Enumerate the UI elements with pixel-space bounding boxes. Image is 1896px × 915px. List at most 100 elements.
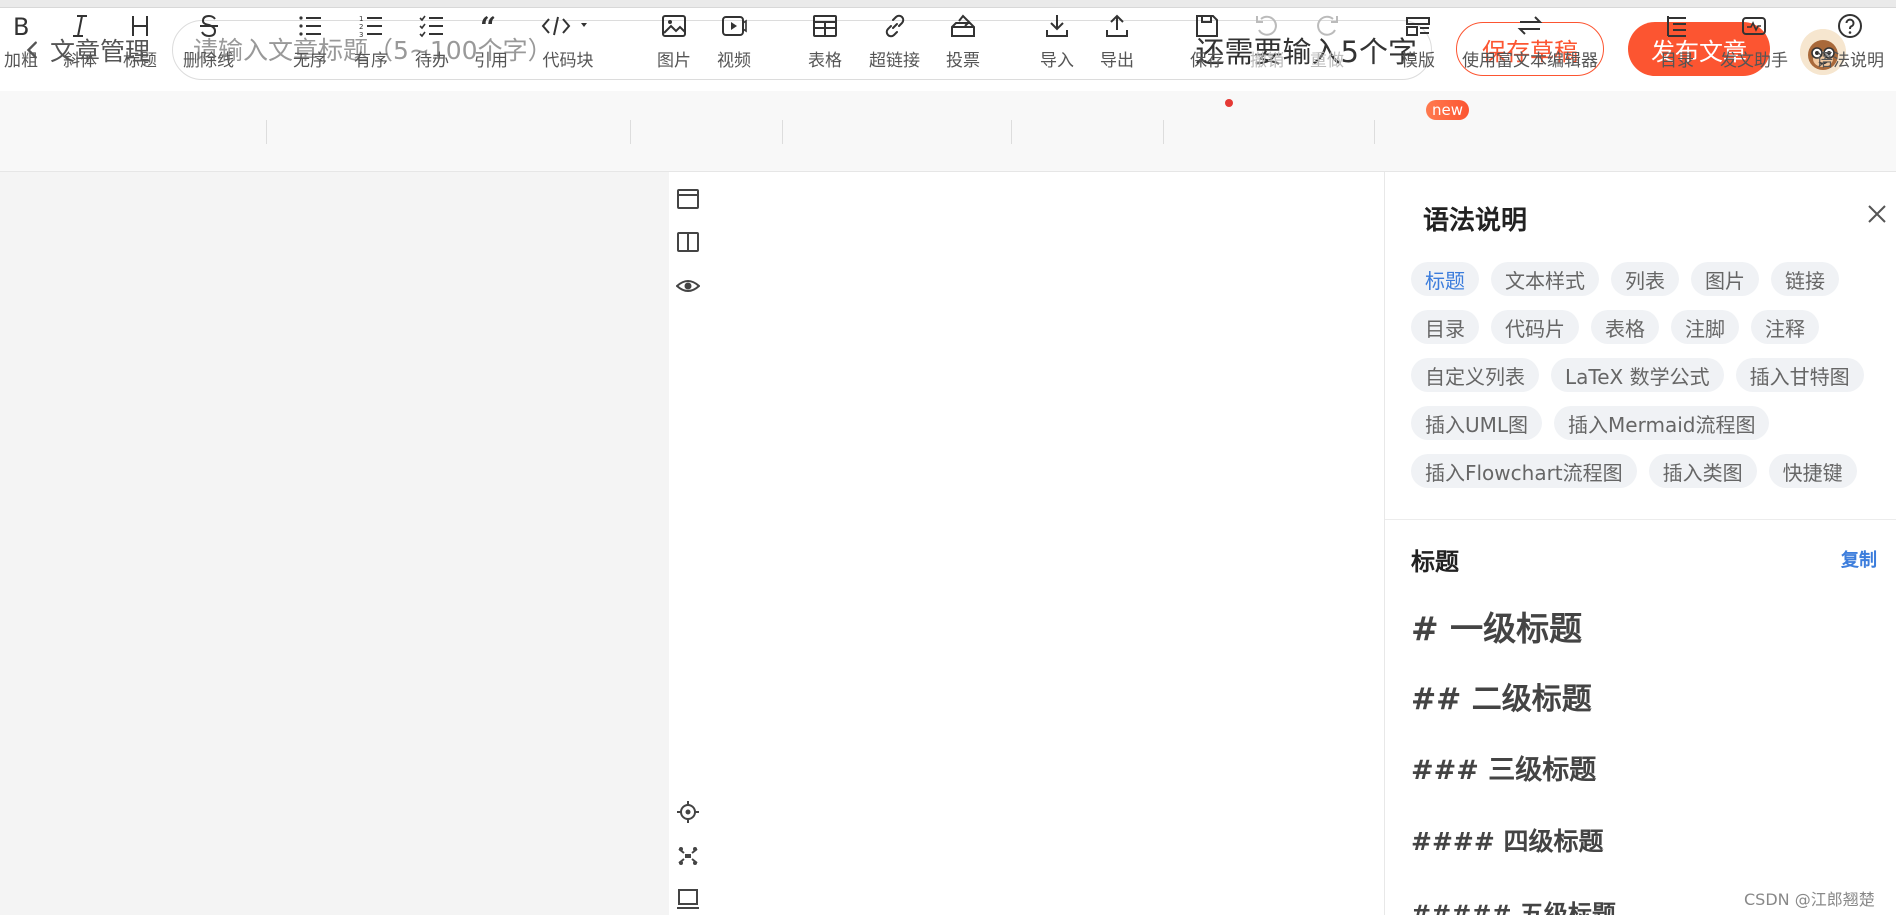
markdown-editor-pane[interactable] <box>0 172 669 915</box>
strikethrough-icon <box>197 10 221 42</box>
unsaved-indicator-dot <box>1225 99 1233 107</box>
svg-text:3: 3 <box>359 31 363 39</box>
toolbar-divider <box>1011 120 1012 144</box>
heading-example-h5: ##### 五级标题 <box>1411 900 1616 915</box>
syntax-chip[interactable]: 标题 <box>1411 262 1479 296</box>
download-icon <box>1044 10 1070 42</box>
image-label: 图片 <box>657 51 691 71</box>
save-icon <box>1194 10 1220 42</box>
syntax-chip[interactable]: 注脚 <box>1671 310 1739 344</box>
syntax-chip[interactable]: 自定义列表 <box>1411 358 1539 392</box>
watermark: CSDN @江郎翘楚 <box>1744 890 1875 909</box>
editor-only-view-icon[interactable] <box>676 187 700 211</box>
heading-label: 标题 <box>123 51 157 71</box>
preview-device-icon[interactable] <box>676 887 700 911</box>
toc-label: 目录 <box>1660 51 1694 71</box>
syntax-chip[interactable]: 链接 <box>1771 262 1839 296</box>
todo-list-label: 待办 <box>415 51 449 71</box>
strikethrough-button[interactable]: 删除线 <box>183 10 234 74</box>
syntax-chip[interactable]: 代码片 <box>1491 310 1579 344</box>
save-button[interactable]: 保存 <box>1190 10 1224 74</box>
bold-button[interactable]: B 加粗 <box>4 10 38 74</box>
bold-icon: B <box>9 10 33 42</box>
italic-icon <box>68 10 92 42</box>
close-icon[interactable] <box>1865 202 1891 228</box>
syntax-chip[interactable]: 列表 <box>1611 262 1679 296</box>
quote-icon: “ <box>478 10 504 42</box>
todo-list-button[interactable]: 待办 <box>415 10 449 74</box>
italic-button[interactable]: 斜体 <box>63 10 97 74</box>
syntax-panel-title: 语法说明 <box>1423 206 1528 236</box>
svg-text:2: 2 <box>359 23 363 31</box>
syntax-chip[interactable]: 插入UML图 <box>1411 406 1543 440</box>
template-button[interactable]: 模版 <box>1401 10 1435 74</box>
heading-example-h4: #### 四级标题 <box>1411 827 1604 856</box>
syntax-chip[interactable]: 注释 <box>1751 310 1819 344</box>
syntax-topic-chips: 标题 文本样式 列表 图片 链接 目录 代码片 表格 注脚 注释 自定义列表 LaTeX 数学公式 插入… <box>1411 262 1891 488</box>
undo-button[interactable]: 撤销 <box>1250 10 1284 74</box>
svg-text:“: “ <box>480 13 496 39</box>
table-label: 表格 <box>808 51 842 71</box>
syntax-chip[interactable]: 表格 <box>1591 310 1659 344</box>
ordered-list-label: 有序 <box>354 51 388 71</box>
toolbar-divider <box>266 120 267 144</box>
syntax-chip[interactable]: 快捷键 <box>1768 454 1857 488</box>
assistant-icon <box>1741 10 1767 42</box>
title-char-counter: 还需要输入5个字 <box>1195 35 1417 69</box>
toolbar-divider <box>630 120 631 144</box>
redo-icon <box>1314 10 1340 42</box>
rich-text-editor-label: 使用富文本编辑器 <box>1462 51 1598 71</box>
export-button[interactable]: 导出 <box>1100 10 1134 74</box>
codeblock-label: 代码块 <box>542 51 594 71</box>
table-button[interactable]: 表格 <box>808 10 842 74</box>
rich-text-editor-button[interactable]: 使用富文本编辑器 <box>1462 10 1598 74</box>
link-icon <box>882 10 908 42</box>
syntax-chip[interactable]: 文本样式 <box>1491 262 1599 296</box>
syntax-help-button[interactable]: 语法说明 <box>1816 10 1884 74</box>
new-badge: new <box>1426 100 1470 120</box>
import-button[interactable]: 导入 <box>1040 10 1074 74</box>
syntax-chip[interactable]: 图片 <box>1691 262 1759 296</box>
heading-icon <box>128 10 152 42</box>
template-icon <box>1404 10 1432 42</box>
ordered-list-button[interactable]: 123 有序 <box>354 10 388 74</box>
save-label: 保存 <box>1190 51 1224 71</box>
heading-example-h3: ### 三级标题 <box>1411 755 1597 786</box>
video-button[interactable]: 视频 <box>717 10 751 74</box>
vote-icon <box>950 10 976 42</box>
switch-icon <box>1516 10 1544 42</box>
preview-eye-icon[interactable] <box>675 274 701 298</box>
toc-button[interactable]: 目录 <box>1660 10 1694 74</box>
hyperlink-button[interactable]: 超链接 <box>869 10 920 74</box>
codeblock-button[interactable]: 代码块 <box>541 10 595 74</box>
vote-button[interactable]: 投票 <box>946 10 980 74</box>
heading-button[interactable]: 标题 <box>123 10 157 74</box>
checklist-icon <box>419 10 445 42</box>
scroll-sync-target-icon[interactable] <box>676 800 700 824</box>
toc-icon <box>1664 10 1690 42</box>
fullscreen-icon[interactable] <box>676 844 700 868</box>
syntax-chip[interactable]: 插入Flowchart流程图 <box>1411 454 1637 488</box>
syntax-chip[interactable]: LaTeX 数学公式 <box>1551 358 1724 392</box>
writing-assistant-button[interactable]: 发文助手 <box>1720 10 1788 74</box>
redo-button[interactable]: 重做 <box>1310 10 1344 74</box>
undo-label: 撤销 <box>1250 51 1284 71</box>
code-icon <box>541 10 595 42</box>
undo-icon <box>1254 10 1280 42</box>
quote-button[interactable]: “ 引用 <box>474 10 508 74</box>
unordered-list-button[interactable]: 无序 <box>293 10 327 74</box>
export-label: 导出 <box>1100 51 1134 71</box>
syntax-help-panel: 语法说明 标题 文本样式 列表 图片 链接目录 代码片 表格 注脚 注释自定义列表 LaTeX 数… <box>1384 172 1896 915</box>
syntax-chip[interactable]: 目录 <box>1411 310 1479 344</box>
heading-example-h2: ## 二级标题 <box>1411 682 1592 717</box>
editor-toolbar <box>0 91 1896 172</box>
split-view-icon[interactable] <box>676 230 700 254</box>
vote-label: 投票 <box>946 51 980 71</box>
window-top-strip <box>0 0 1896 8</box>
syntax-chip[interactable]: 插入类图 <box>1648 454 1757 488</box>
image-button[interactable]: 图片 <box>657 10 691 74</box>
syntax-chip[interactable]: 插入Mermaid流程图 <box>1554 406 1770 440</box>
hyperlink-label: 超链接 <box>869 51 920 71</box>
copy-button[interactable]: 复制 <box>1841 546 1877 572</box>
syntax-chip[interactable]: 插入甘特图 <box>1735 358 1864 392</box>
